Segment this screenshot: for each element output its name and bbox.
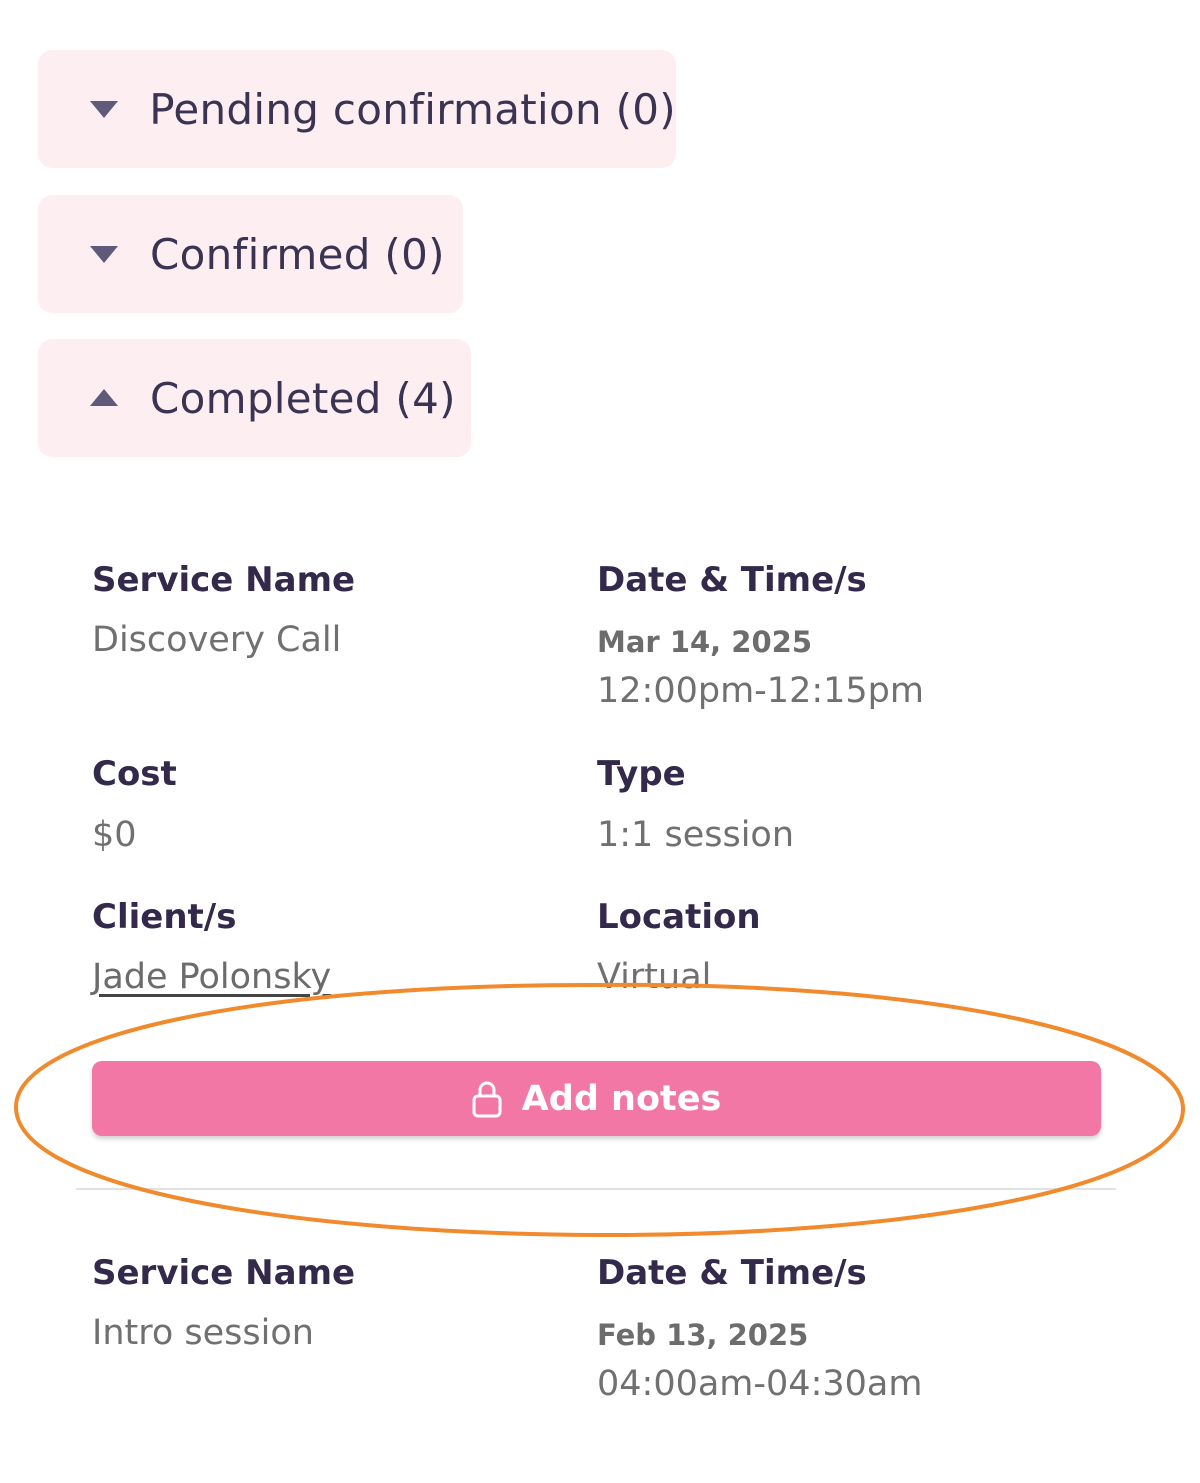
service-name-label: Service Name <box>92 560 356 600</box>
accordion-label: Pending confirmation (0) <box>149 84 676 134</box>
accordion-confirmed[interactable]: Confirmed (0) <box>38 195 463 313</box>
location-value: Virtual <box>597 957 712 997</box>
lock-icon <box>472 1080 502 1118</box>
add-notes-button[interactable]: Add notes <box>92 1061 1101 1136</box>
location-label: Location <box>597 897 761 937</box>
type-label: Type <box>597 754 686 794</box>
booking-time: 04:00am-04:30am <box>597 1364 923 1404</box>
service-name-value: Discovery Call <box>92 620 342 660</box>
date-time-label: Date & Time/s <box>597 1253 867 1293</box>
caret-down-icon <box>88 98 119 120</box>
accordion-completed[interactable]: Completed (4) <box>38 339 471 457</box>
client-label: Client/s <box>92 897 237 937</box>
service-name-label: Service Name <box>92 1253 356 1293</box>
booking-divider <box>76 1188 1116 1190</box>
booking-date: Feb 13, 2025 <box>597 1318 809 1352</box>
booking-date: Mar 14, 2025 <box>597 625 813 659</box>
accordion-label: Completed (4) <box>150 373 456 423</box>
client-link[interactable]: Jade Polonsky <box>92 957 331 997</box>
caret-up-icon <box>88 387 120 409</box>
date-time-label: Date & Time/s <box>597 560 867 600</box>
add-notes-label: Add notes <box>521 1078 722 1119</box>
accordion-pending-confirmation[interactable]: Pending confirmation (0) <box>38 50 676 168</box>
cost-value: $0 <box>92 815 137 855</box>
booking-time: 12:00pm-12:15pm <box>597 671 924 711</box>
service-name-value: Intro session <box>92 1313 314 1353</box>
caret-down-icon <box>88 243 120 265</box>
accordion-label: Confirmed (0) <box>150 229 445 279</box>
type-value: 1:1 session <box>597 815 795 855</box>
cost-label: Cost <box>92 754 177 794</box>
